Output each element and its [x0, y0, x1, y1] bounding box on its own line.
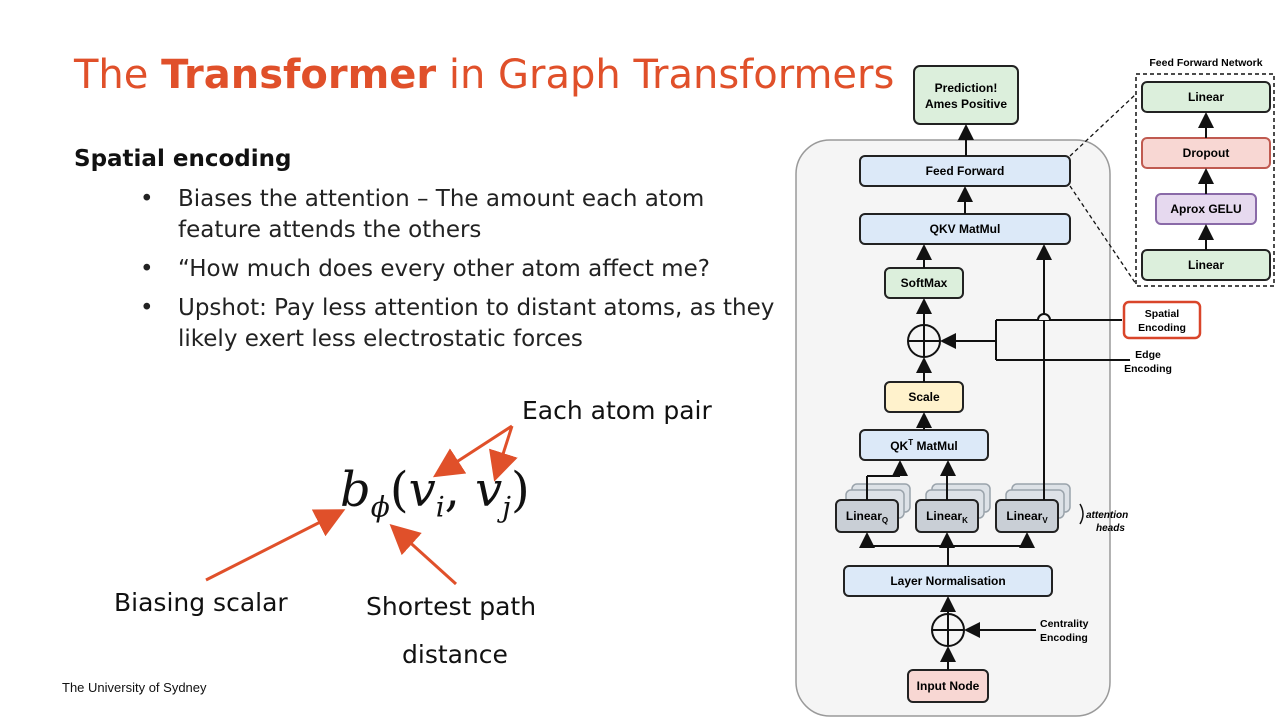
svg-text:LinearQ: LinearQ [846, 509, 888, 525]
svg-text:Encoding: Encoding [1138, 322, 1186, 334]
annotation-arrows [205, 424, 518, 586]
arrow-to-vi [432, 424, 513, 478]
arrow-to-phi [389, 523, 458, 586]
svg-text:Prediction!: Prediction! [935, 81, 998, 95]
edge-encoding-label: Edge [1135, 349, 1161, 361]
svg-text:LinearK: LinearK [926, 509, 968, 525]
arrow-to-b [205, 509, 346, 582]
svg-text:heads: heads [1096, 523, 1125, 534]
svg-text:Scale: Scale [908, 390, 940, 404]
svg-text:Dropout: Dropout [1183, 146, 1230, 160]
svg-text:Layer Normalisation: Layer Normalisation [890, 574, 1005, 588]
ffn-title: Feed Forward Network [1149, 57, 1262, 69]
transformer-diagram: Prediction! Ames Positive Feed Forward Q… [795, 57, 1275, 717]
centrality-encoding-label: Centrality [1040, 618, 1089, 630]
svg-text:Aprox GELU: Aprox GELU [1170, 202, 1241, 216]
svg-text:Encoding: Encoding [1040, 632, 1088, 644]
svg-text:QKT MatMul: QKT MatMul [890, 438, 958, 453]
attention-heads-label: attention [1086, 510, 1128, 521]
svg-text:Encoding: Encoding [1124, 363, 1172, 375]
prediction-box [913, 65, 1019, 125]
svg-text:Linear: Linear [1188, 258, 1224, 272]
svg-text:Input Node: Input Node [917, 679, 980, 693]
svg-text:LinearV: LinearV [1006, 509, 1048, 525]
svg-text:QKV MatMul: QKV MatMul [930, 222, 1001, 236]
footer-university: The University of Sydney [62, 680, 207, 695]
svg-text:Feed Forward: Feed Forward [926, 164, 1005, 178]
svg-text:Ames Positive: Ames Positive [925, 97, 1007, 111]
svg-text:Linear: Linear [1188, 90, 1224, 104]
svg-text:SoftMax: SoftMax [901, 276, 948, 290]
spatial-encoding-label: Spatial [1145, 308, 1180, 320]
